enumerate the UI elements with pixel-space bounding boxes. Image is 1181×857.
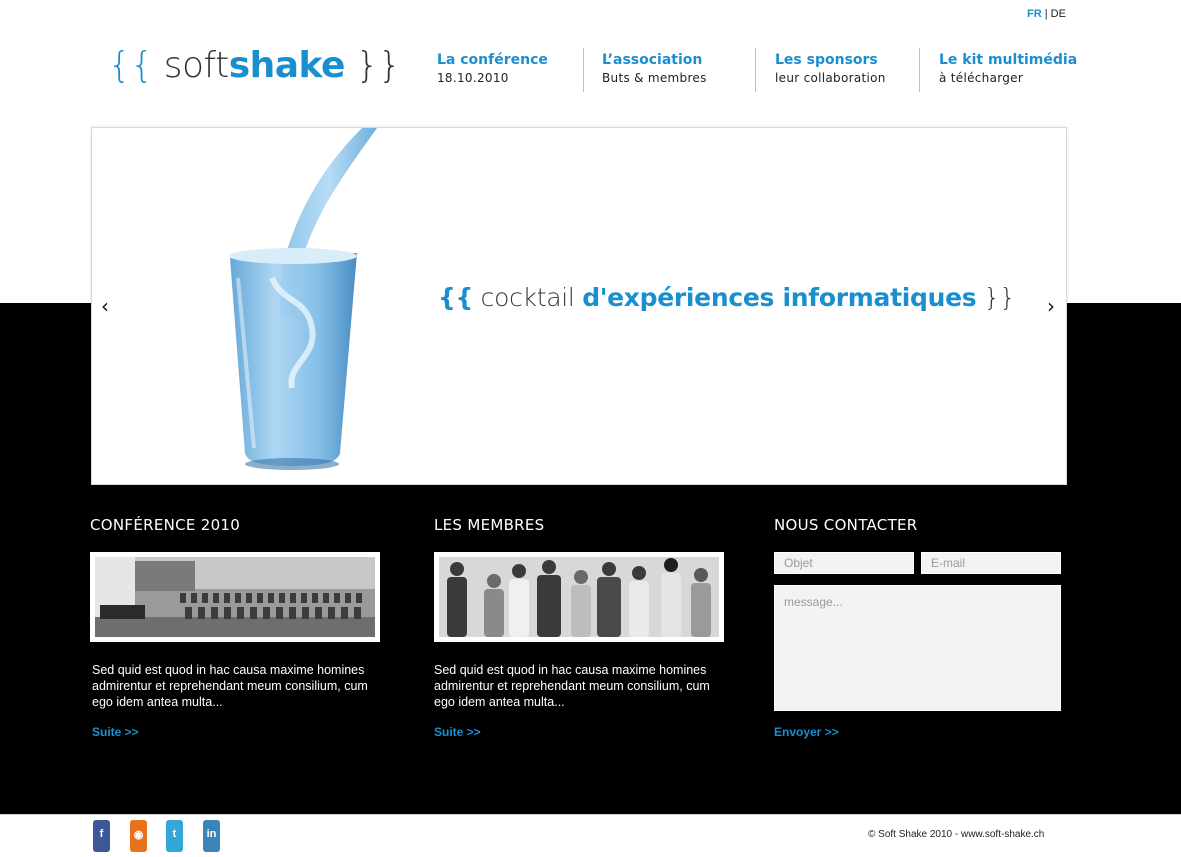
linkedin-icon[interactable]: in <box>203 820 220 852</box>
members-group-photo <box>434 552 724 642</box>
members-heading: LES MEMBRES <box>434 516 545 534</box>
conference-description: Sed quid est quod in hac causa maxime ho… <box>92 663 368 709</box>
subject-input[interactable] <box>774 552 914 574</box>
nav-item-subtitle: 18.10.2010 <box>437 71 509 85</box>
members-more-link[interactable]: Suite >> <box>434 725 481 739</box>
nav-item-subtitle: Buts & membres <box>602 71 707 85</box>
lang-de-link[interactable]: DE <box>1051 8 1066 20</box>
message-textarea[interactable] <box>774 585 1061 711</box>
nav-separator <box>583 48 584 92</box>
email-input[interactable] <box>921 552 1061 574</box>
lang-separator: | <box>1044 8 1048 20</box>
slider-tagline: {{ cocktail d'expériences informatiques … <box>438 283 1016 312</box>
slider-prev-arrow[interactable]: ‹ <box>101 296 109 316</box>
logo-brace-open: {{ <box>108 45 153 86</box>
tagline-brace-close: }} <box>983 283 1016 312</box>
logo-brace-close: }} <box>355 45 401 86</box>
tagline-brace-open: {{ <box>438 283 473 312</box>
logo-soft: soft <box>163 45 229 86</box>
slider-next-arrow[interactable]: › <box>1047 296 1055 316</box>
site-logo[interactable]: {{ softshake }} <box>108 44 401 88</box>
nav-item-subtitle: leur collaboration <box>775 71 886 85</box>
twitter-glyph: t <box>172 828 177 840</box>
tagline-highlight: d'expériences informatiques <box>582 283 977 312</box>
members-description: Sed quid est quod in hac causa maxime ho… <box>434 663 710 709</box>
rss-icon[interactable]: ◉ <box>130 820 147 852</box>
language-switch: FR | DE <box>1027 8 1066 20</box>
tagline-word-cocktail: cocktail <box>480 283 575 312</box>
conference-room-photo <box>90 552 380 642</box>
footer-divider <box>0 814 1181 815</box>
nav-separator <box>755 48 756 92</box>
nav-item-title: L’association <box>602 52 703 68</box>
nav-item-sponsors[interactable]: Les sponsors leur collaboration <box>775 50 886 94</box>
logo-shake: shake <box>228 45 346 86</box>
facebook-glyph: f <box>99 828 104 840</box>
contact-heading: NOUS CONTACTER <box>774 516 918 534</box>
hero-slider: ‹ {{ cocktail d'expériences informatique… <box>91 127 1067 485</box>
lang-fr-link[interactable]: FR <box>1027 8 1042 20</box>
conference-heading: CONFÉRENCE 2010 <box>90 516 241 534</box>
milk-glass-illustration <box>229 128 377 470</box>
conference-room-image <box>95 557 375 637</box>
nav-item-multimedia-kit[interactable]: Le kit multimédia à télécharger <box>939 50 1077 94</box>
copyright-text: © Soft Shake 2010 - www.soft-shake.ch <box>868 829 1045 840</box>
twitter-icon[interactable]: t <box>166 820 183 852</box>
rss-glyph: ◉ <box>133 829 144 841</box>
nav-item-title: La conférence <box>437 52 548 68</box>
send-button[interactable]: Envoyer >> <box>774 725 839 739</box>
nav-item-title: Les sponsors <box>775 52 878 68</box>
facebook-icon[interactable]: f <box>93 820 110 852</box>
linkedin-glyph: in <box>206 828 217 840</box>
nav-item-subtitle: à télécharger <box>939 71 1024 85</box>
nav-separator <box>919 48 920 92</box>
nav-item-association[interactable]: L’association Buts & membres <box>602 50 707 94</box>
conference-more-link[interactable]: Suite >> <box>92 725 139 739</box>
members-group-image <box>439 557 719 637</box>
nav-item-title: Le kit multimédia <box>939 52 1078 68</box>
nav-item-conference[interactable]: La conférence 18.10.2010 <box>437 50 548 94</box>
